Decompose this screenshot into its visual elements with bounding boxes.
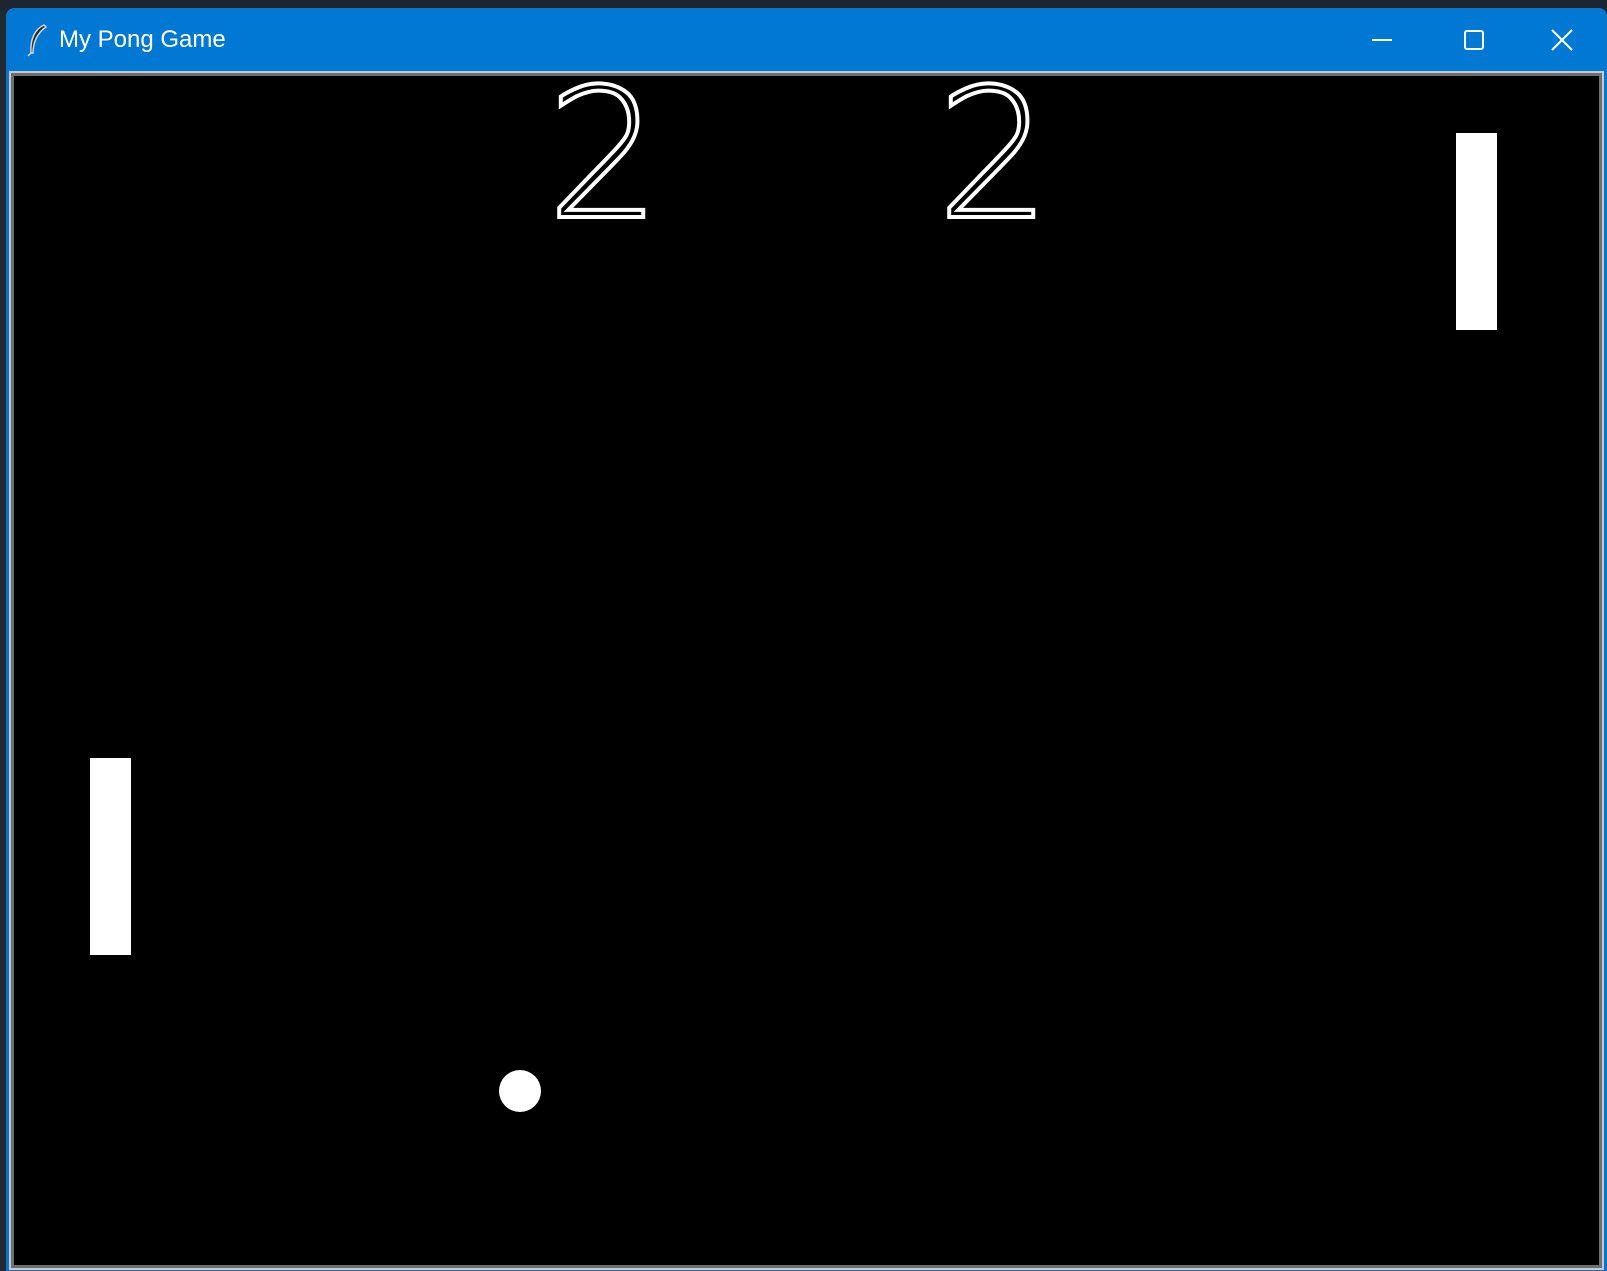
right-paddle bbox=[1456, 133, 1497, 330]
left-paddle bbox=[90, 758, 131, 955]
minimize-button[interactable] bbox=[1336, 9, 1428, 71]
ball bbox=[499, 1070, 541, 1112]
client-area: 2 2 bbox=[9, 71, 1604, 1270]
right-player-score: 2 bbox=[935, 73, 1054, 260]
left-player-score: 2 bbox=[545, 73, 664, 260]
game-window: My Pong Game 2 2 bbox=[6, 8, 1607, 1271]
window-title: My Pong Game bbox=[59, 26, 226, 53]
game-canvas[interactable]: 2 2 bbox=[11, 73, 1602, 1268]
maximize-icon bbox=[1463, 29, 1485, 51]
minimize-icon bbox=[1371, 29, 1393, 51]
title-bar[interactable]: My Pong Game bbox=[7, 9, 1606, 71]
close-icon bbox=[1550, 28, 1574, 52]
close-button[interactable] bbox=[1516, 9, 1606, 71]
maximize-button[interactable] bbox=[1428, 9, 1520, 71]
feather-icon bbox=[25, 23, 49, 57]
